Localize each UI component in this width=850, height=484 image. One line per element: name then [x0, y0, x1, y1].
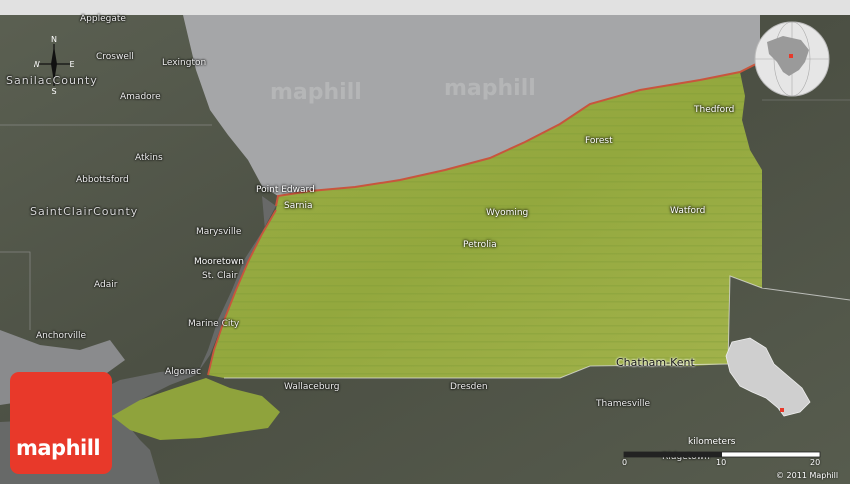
- place-label: St. Clair: [202, 271, 238, 281]
- compass-s: S: [51, 87, 56, 96]
- scale-tick: 20: [810, 458, 821, 467]
- scale-tick: 10: [716, 458, 727, 467]
- copyright: © 2011 Maphill: [776, 471, 839, 480]
- place-label: Lexington: [162, 58, 207, 68]
- place-label: Watford: [670, 206, 706, 216]
- compass-n: N: [51, 35, 57, 44]
- place-label: Dresden: [450, 382, 488, 392]
- place-label: Wallaceburg: [284, 382, 340, 392]
- place-label: Chatham-Kent: [616, 356, 695, 369]
- compass-e: E: [69, 60, 74, 69]
- place-label: Thamesville: [596, 399, 651, 409]
- place-label: Petrolia: [463, 240, 497, 250]
- place-label: Point Edward: [256, 185, 315, 195]
- place-label: Thedford: [694, 105, 735, 115]
- place-label: Sarnia: [284, 201, 313, 211]
- place-label: Forest: [585, 136, 613, 146]
- place-label: Adair: [94, 280, 118, 290]
- county-label: SaintClairCounty: [30, 205, 139, 218]
- scale-bar: kilometers 0 10 20: [622, 437, 822, 468]
- ontario-inset-map: [725, 337, 811, 417]
- place-label: Marysville: [196, 227, 242, 237]
- place-label: Wyoming: [486, 208, 529, 218]
- place-label: Atkins: [135, 153, 163, 163]
- place-label: Algonac: [165, 367, 202, 377]
- watermark: maphill: [444, 76, 536, 101]
- scale-tick: 0: [622, 458, 628, 467]
- maphill-logo[interactable]: maphill: [10, 372, 112, 474]
- compass-w: W: [34, 60, 40, 69]
- place-label: Croswell: [96, 52, 134, 62]
- logo-text: maphill: [16, 436, 101, 460]
- globe-locator-icon: [754, 21, 830, 97]
- watermark: maphill: [270, 80, 362, 105]
- place-label: Abbottsford: [76, 175, 129, 185]
- top-border: [0, 0, 850, 15]
- place-label: Anchorville: [36, 331, 87, 341]
- place-label: Amadore: [120, 92, 161, 102]
- place-label: Mooretown: [194, 257, 244, 267]
- place-label: Marine City: [188, 319, 240, 329]
- place-label: Applegate: [80, 14, 126, 24]
- county-label: SanilacCounty: [6, 74, 98, 87]
- map-canvas[interactable]: maphill maphill N S E W Applegate Croswe…: [0, 0, 850, 484]
